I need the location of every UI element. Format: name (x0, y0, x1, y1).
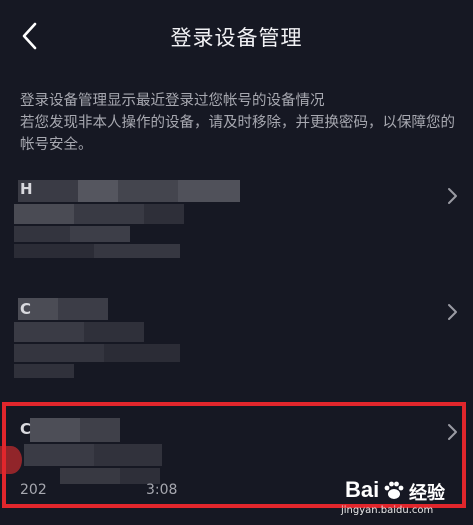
device-row[interactable]: H (0, 170, 473, 270)
page-title: 登录设备管理 (170, 26, 303, 50)
chevron-right-icon (448, 304, 457, 320)
device-row[interactable]: C (0, 290, 473, 390)
description-line-2: 若您发现非本人操作的设备，请及时移除，并更换密码，以保障您的帐号安全。 (20, 115, 455, 153)
baidu-jingyan-watermark: Bai 经验 jingyan.baidu.com (337, 477, 467, 521)
watermark-brand: Bai (345, 477, 380, 502)
description-text: 登录设备管理显示最近登录过您帐号的设备情况 若您发现非本人操作的设备，请及时移除… (20, 90, 460, 156)
top-bar: 登录设备管理 (0, 0, 473, 72)
chevron-right-icon (448, 188, 457, 204)
description-line-1: 登录设备管理显示最近登录过您帐号的设备情况 (20, 93, 325, 109)
device-name-fragment: C (20, 300, 32, 318)
device-name-fragment: H (20, 180, 33, 198)
paw-icon (384, 481, 404, 499)
row-chevron (443, 302, 463, 322)
watermark-brand-cn: 经验 (409, 483, 445, 504)
row-chevron (443, 186, 463, 206)
watermark-url: jingyan.baidu.com (341, 505, 434, 516)
